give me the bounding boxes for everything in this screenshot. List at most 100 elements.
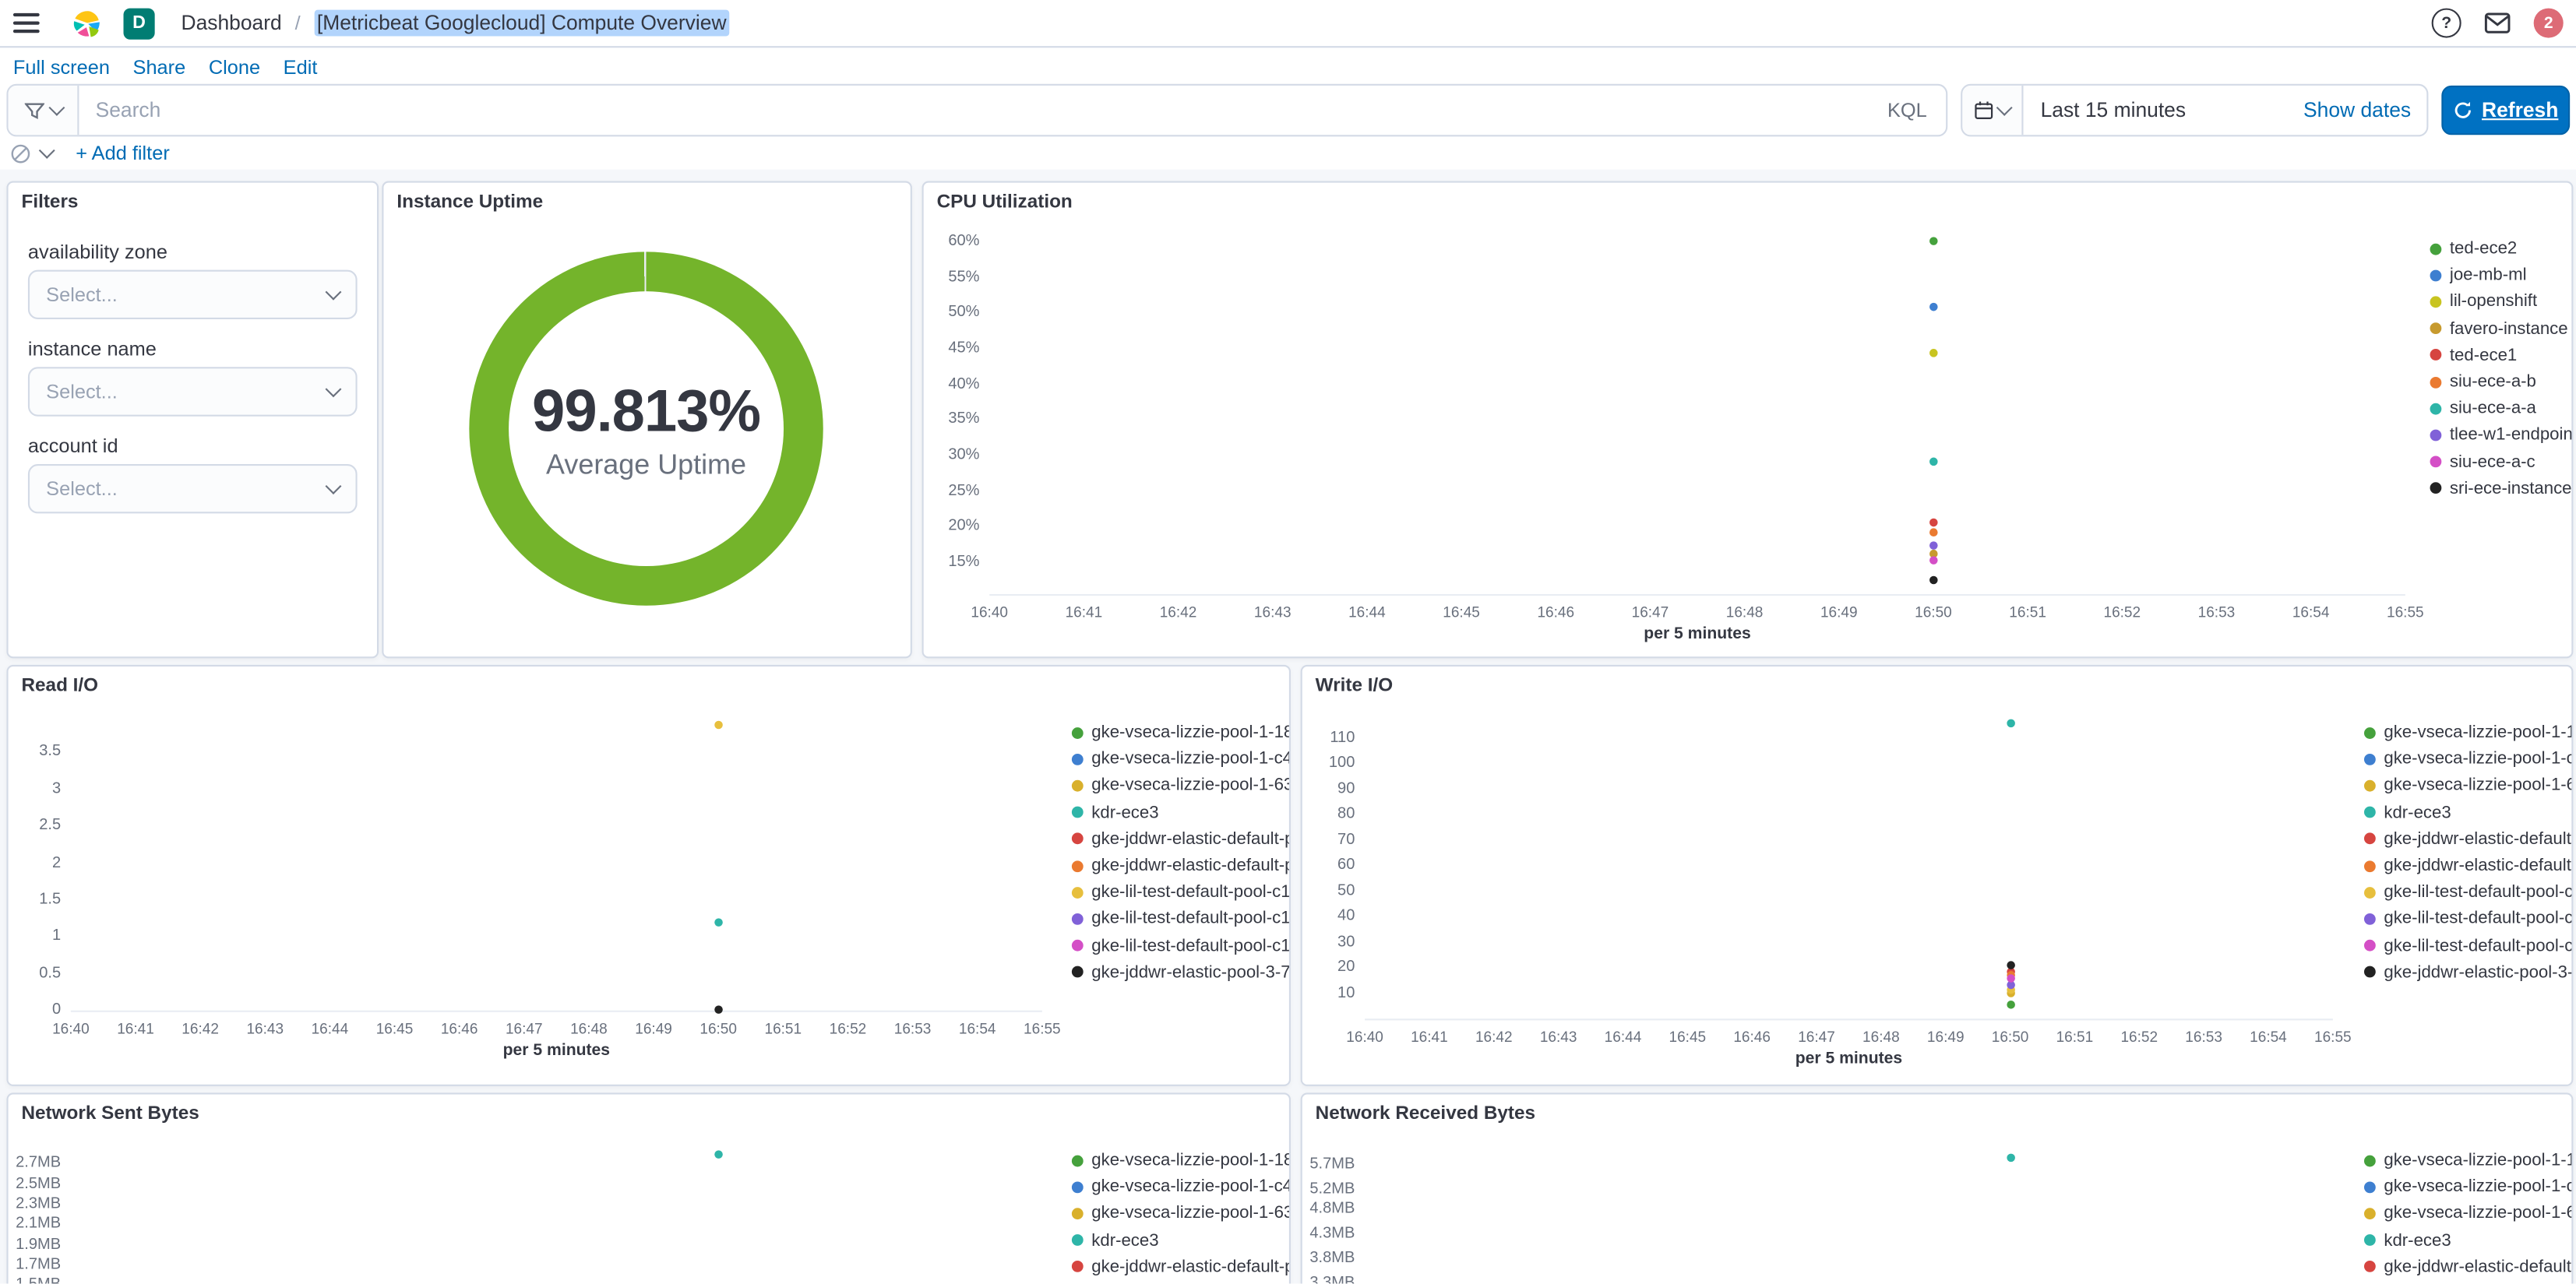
elastic-logo-icon[interactable] (72, 9, 100, 37)
data-point[interactable] (2006, 961, 2014, 969)
legend-item[interactable]: gke-jddwr-elastic-default-po… (2364, 1280, 2571, 1283)
x-axis-tick: 16:47 (505, 1020, 543, 1037)
legend-item[interactable]: siu-ece-a-a (2430, 396, 2536, 422)
legend-item[interactable]: joe-mb-ml (2430, 262, 2527, 288)
legend-item[interactable]: gke-jddwr-elastic-pool-3-74… (1071, 959, 1289, 986)
legend-item[interactable]: gke-lil-test-default-pool-c1e… (1071, 932, 1289, 959)
share-button[interactable]: Share (133, 56, 186, 79)
data-point[interactable] (1929, 457, 1938, 466)
data-point[interactable] (1929, 301, 1938, 311)
x-axis-tick: 16:45 (375, 1020, 414, 1037)
legend-label: kdr-ece3 (2384, 802, 2451, 822)
legend-item[interactable]: gke-vseca-lizzie-pool-1-c417… (2363, 1173, 2571, 1200)
newsfeed-icon[interactable] (2484, 12, 2511, 35)
data-point[interactable] (714, 1149, 723, 1159)
legend-swatch (2430, 403, 2442, 414)
legend-item[interactable]: gke-vseca-lizzie-pool-1-c417… (2363, 746, 2571, 772)
legend-label: gke-vseca-lizzie-pool-1-1877… (1091, 722, 1289, 743)
legend-item[interactable]: gke-lil-test-default-pool-c1e… (2363, 879, 2571, 906)
legend-item[interactable]: gke-vseca-lizzie-pool-1-630… (2363, 772, 2571, 799)
legend-item[interactable]: gke-vseca-lizzie-pool-1-c417… (1071, 746, 1289, 772)
refresh-button[interactable]: Refresh (2442, 85, 2571, 135)
legend-item[interactable]: gke-vseca-lizzie-pool-1-c417… (1071, 1173, 1289, 1200)
legend-item[interactable]: gke-jddwr-elastic-default-po… (2363, 853, 2571, 879)
legend-item[interactable]: gke-lil-test-default-pool-c1e… (1071, 906, 1289, 932)
legend-item[interactable]: gke-vseca-lizzie-pool-1-630… (1071, 1201, 1289, 1227)
legend-item[interactable]: gke-vseca-lizzie-pool-1-1877… (2363, 719, 2571, 746)
legend-item[interactable]: gke-jddwr-elastic-default-po… (2363, 826, 2571, 853)
y-axis-tick: 5.7MB (1309, 1155, 1355, 1173)
chevron-down-icon[interactable] (38, 142, 55, 159)
full-screen-button[interactable]: Full screen (13, 56, 110, 79)
data-point[interactable] (1929, 348, 1938, 357)
filter-options-icon[interactable] (10, 142, 31, 164)
legend-label: tlee-w1-endpoint (2449, 425, 2572, 445)
saved-query-menu-button[interactable] (8, 85, 79, 135)
select-placeholder: Select... (46, 283, 118, 307)
legend-item[interactable]: gke-vseca-lizzie-pool-1-1877… (1071, 719, 1289, 746)
add-filter-button[interactable]: + Add filter (76, 142, 170, 165)
legend-item[interactable]: kdr-ece3 (1071, 799, 1159, 825)
time-range-value[interactable]: Last 15 minutes (2024, 99, 2303, 122)
instance-name-select[interactable]: Select... (27, 367, 358, 417)
legend-item[interactable]: tlee-w1-endpoint (2430, 422, 2572, 449)
legend-swatch (2363, 886, 2376, 899)
x-axis-tick: 16:53 (893, 1020, 932, 1037)
top-bar-actions: ? 2 (2431, 8, 2564, 38)
legend-item[interactable]: gke-jddwr-elastic-default-po… (1071, 853, 1289, 879)
data-point[interactable] (1929, 236, 1938, 245)
legend-item[interactable]: gke-vseca-lizzie-pool-1-1877… (2363, 1147, 2571, 1173)
y-axis-tick: 2.5MB (16, 1174, 62, 1193)
search-input[interactable] (79, 98, 1868, 122)
legend-item[interactable]: ted-ece2 (2430, 235, 2517, 262)
data-point[interactable] (1929, 555, 1938, 565)
data-point[interactable] (714, 917, 723, 927)
legend-item[interactable]: lil-openshift (2430, 289, 2537, 315)
edit-button[interactable]: Edit (284, 56, 318, 79)
legend-item[interactable]: kdr-ece3 (1071, 1227, 1159, 1254)
y-axis-tick: 70 (1337, 830, 1355, 849)
write-io-panel: Write I/O 10 20 30 40 50 60 70 80 90 100 110 16:40 1… (1300, 664, 2574, 1086)
date-quick-select-button[interactable] (1963, 85, 2025, 135)
legend-item[interactable]: siu-ece-a-c (2430, 449, 2535, 475)
data-point[interactable] (1929, 541, 1938, 551)
legend-item[interactable]: gke-lil-test-default-pool-c1e… (2363, 906, 2571, 932)
help-icon[interactable]: ? (2431, 8, 2461, 38)
legend-item[interactable]: kdr-ece3 (2363, 799, 2451, 825)
legend-item[interactable]: siu-ece-a-b (2430, 368, 2536, 395)
legend-item[interactable]: sri-ece-instance (2430, 475, 2571, 501)
clone-button[interactable]: Clone (209, 56, 260, 79)
legend-item[interactable]: ted-ece1 (2430, 342, 2517, 368)
show-dates-button[interactable]: Show dates (2303, 99, 2427, 122)
legend-item[interactable]: gke-jddwr-elastic-default-po… (1072, 1280, 1289, 1283)
availability-zone-select[interactable]: Select... (27, 269, 358, 320)
data-point[interactable] (2006, 1000, 2014, 1009)
legend-item[interactable]: gke-vseca-lizzie-pool-1-630… (2363, 1201, 2571, 1227)
legend-item[interactable]: gke-jddwr-elastic-default-po… (1071, 826, 1289, 853)
legend-item[interactable]: gke-jddwr-elastic-pool-3-74… (2363, 959, 2571, 986)
legend-item[interactable]: gke-vseca-lizzie-pool-1-630… (1071, 772, 1289, 799)
legend-item[interactable]: kdr-ece3 (2363, 1227, 2451, 1254)
data-point[interactable] (714, 721, 723, 730)
legend-item[interactable]: favero-instance (2430, 315, 2568, 342)
data-point[interactable] (1929, 519, 1938, 527)
data-point[interactable] (714, 1004, 723, 1014)
data-point[interactable] (1929, 528, 1938, 537)
panel-title[interactable]: Instance Uptime (396, 192, 543, 212)
legend-item[interactable]: gke-lil-test-default-pool-c1e… (1071, 879, 1289, 906)
legend-item[interactable]: gke-vseca-lizzie-pool-1-1877… (1071, 1147, 1289, 1173)
panel-title[interactable]: Filters (21, 192, 78, 212)
account-id-select[interactable]: Select... (27, 464, 358, 514)
legend-item[interactable]: gke-lil-test-default-pool-c1e… (2363, 932, 2571, 959)
menu-icon[interactable] (12, 12, 40, 33)
data-point[interactable] (2006, 1153, 2014, 1163)
query-language-button[interactable]: KQL (1868, 99, 1947, 122)
user-avatar[interactable]: 2 (2533, 8, 2564, 38)
data-point[interactable] (2006, 718, 2014, 727)
legend-item[interactable]: gke-jddwr-elastic-default-po… (1071, 1254, 1289, 1280)
legend-item[interactable]: gke-jddwr-elastic-default-po… (2363, 1254, 2571, 1280)
legend-swatch (1071, 806, 1084, 818)
breadcrumb[interactable]: Dashboard (181, 12, 281, 35)
data-point[interactable] (1929, 575, 1938, 584)
space-avatar[interactable]: D (123, 7, 155, 39)
